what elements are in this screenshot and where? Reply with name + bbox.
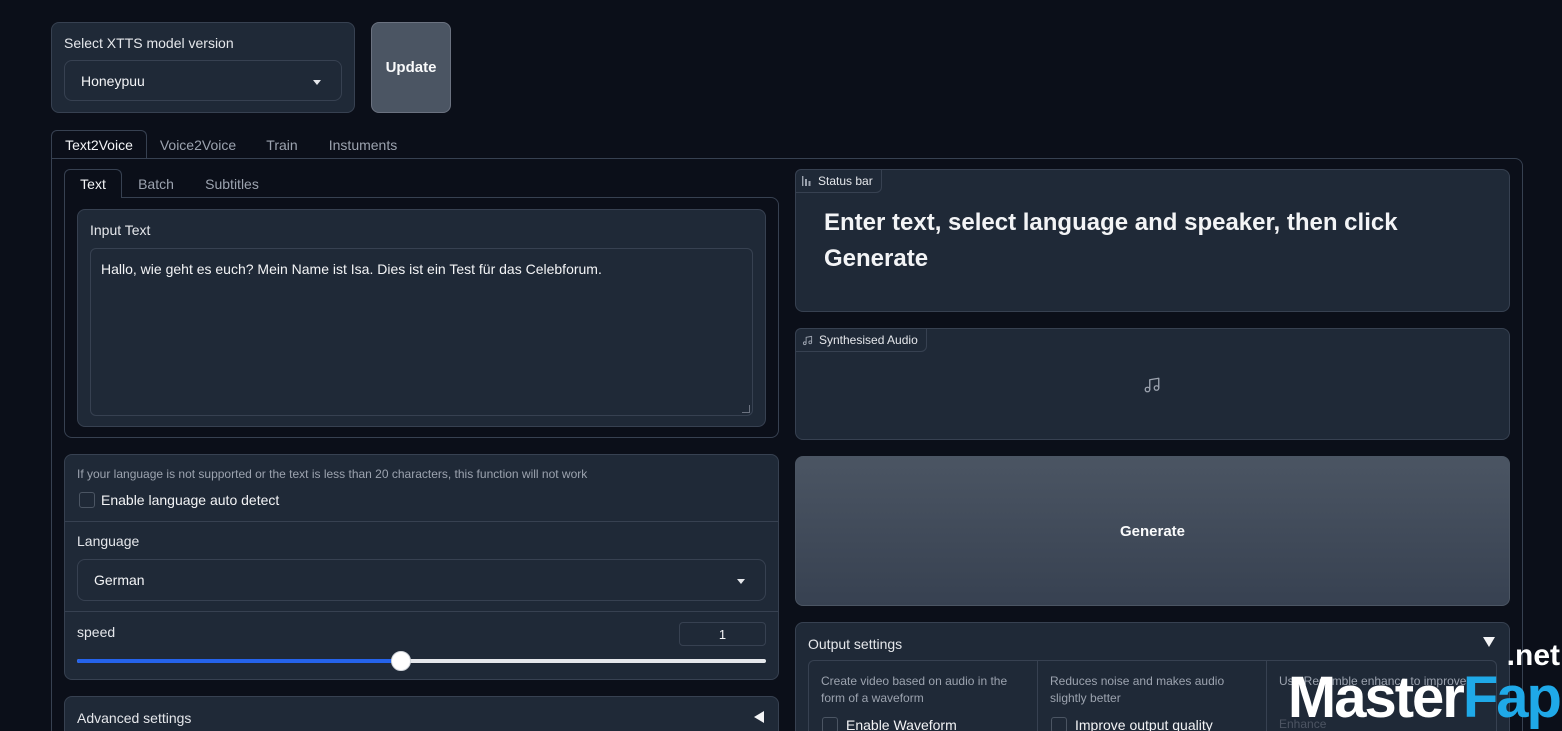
output-column-quality: Reduces noise and makes audio slightly b…: [1038, 661, 1267, 731]
input-text-label: Input Text: [90, 222, 151, 238]
speed-label: speed: [77, 624, 116, 640]
advanced-settings-block[interactable]: Advanced settings: [64, 696, 779, 731]
advanced-settings-label: Advanced settings: [77, 710, 192, 726]
language-dropdown[interactable]: German: [77, 559, 766, 601]
auto-detect-checkbox[interactable]: [79, 492, 95, 508]
language-block: If your language is not supported or the…: [64, 454, 779, 680]
watermark-part3: .net: [1506, 639, 1560, 672]
chevron-down-icon: [313, 79, 321, 85]
generate-button[interactable]: Generate: [795, 456, 1510, 606]
tab-batch[interactable]: Batch: [128, 169, 184, 198]
language-value: German: [94, 572, 145, 588]
music-note-icon: [802, 335, 813, 345]
tab-text2voice[interactable]: Text2Voice: [51, 130, 147, 159]
waveform-info: Create video based on audio in the form …: [821, 674, 1008, 705]
tab-train-label: Train: [266, 136, 298, 153]
update-button[interactable]: Update: [371, 22, 451, 113]
tab-voice2voice[interactable]: Voice2Voice: [152, 130, 244, 159]
auto-detect-label[interactable]: Enable language auto detect: [101, 492, 279, 508]
collapse-triangle-icon[interactable]: [1483, 637, 1495, 647]
chevron-down-icon: [737, 579, 745, 584]
quality-checkbox-label[interactable]: Improve output quality: [1075, 717, 1213, 731]
quality-checkbox[interactable]: [1051, 717, 1067, 731]
divider: [65, 611, 778, 612]
waveform-checkbox-label[interactable]: Enable Waveform: [846, 717, 957, 731]
divider: [65, 521, 778, 522]
resize-handle-icon[interactable]: [742, 405, 750, 413]
synth-audio-label: Synthesised Audio: [795, 328, 927, 352]
waveform-checkbox[interactable]: [822, 717, 838, 731]
speed-slider[interactable]: [77, 651, 766, 671]
model-select-dropdown[interactable]: Honeypuu: [64, 60, 342, 101]
bar-chart-icon: [802, 176, 811, 186]
watermark-logo: MasterFap .net: [1288, 641, 1562, 727]
tab-instuments-label: Instuments: [328, 136, 398, 153]
tab-text[interactable]: Text: [64, 169, 122, 198]
status-bar-message: Enter text, select language and speaker,…: [824, 209, 1398, 272]
update-button-label: Update: [385, 59, 437, 76]
speed-slider-fill: [77, 659, 401, 663]
status-bar-label-text: Status bar: [818, 174, 873, 188]
tab-text2voice-label: Text2Voice: [65, 137, 133, 153]
collapse-triangle-icon[interactable]: [754, 711, 764, 723]
synth-audio-label-text: Synthesised Audio: [819, 333, 918, 347]
language-info: If your language is not supported or the…: [77, 467, 588, 481]
status-bar-block: Enter text, select language and speaker,…: [795, 169, 1510, 312]
model-select-label: Select XTTS model version: [64, 35, 234, 51]
input-text-area[interactable]: Hallo, wie geht es euch? Mein Name ist I…: [90, 248, 753, 416]
output-column-waveform: Create video based on audio in the form …: [809, 661, 1038, 731]
input-text-value: Hallo, wie geht es euch? Mein Name ist I…: [101, 261, 602, 277]
quality-info: Reduces noise and makes audio slightly b…: [1050, 674, 1225, 705]
watermark-part1: Master: [1287, 665, 1465, 730]
tab-voice2voice-label: Voice2Voice: [159, 136, 237, 153]
language-label: Language: [77, 533, 140, 549]
tab-subtitles-label: Subtitles: [205, 175, 259, 192]
speed-slider-thumb[interactable]: [391, 651, 411, 671]
speed-number-input[interactable]: 1: [679, 622, 766, 646]
tab-subtitles[interactable]: Subtitles: [194, 169, 270, 198]
generate-button-label: Generate: [1119, 522, 1186, 540]
music-note-icon: [1144, 377, 1160, 393]
status-bar-label: Status bar: [795, 169, 882, 193]
tab-train[interactable]: Train: [256, 130, 308, 159]
model-select-panel: Select XTTS model version Honeypuu: [51, 22, 355, 113]
tab-text-label: Text: [80, 176, 106, 192]
output-settings-label: Output settings: [808, 636, 903, 652]
model-select-value: Honeypuu: [81, 72, 145, 89]
input-text-block: Input Text Hallo, wie geht es euch? Mein…: [77, 209, 766, 427]
tab-batch-label: Batch: [138, 175, 174, 192]
tab-instuments[interactable]: Instuments: [320, 130, 406, 159]
watermark-part2: Fap: [1462, 665, 1562, 730]
speed-value: 1: [718, 626, 727, 642]
